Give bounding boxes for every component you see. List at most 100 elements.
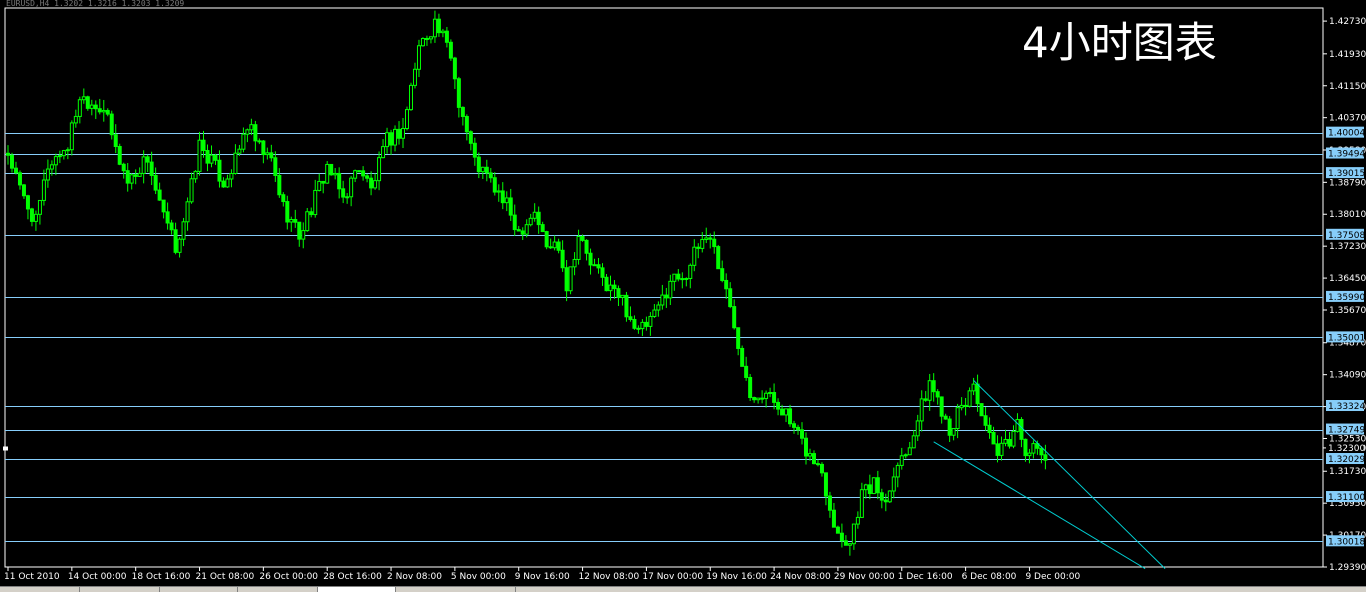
candle <box>1007 431 1012 449</box>
candle-body <box>277 174 282 196</box>
candle-body <box>281 194 286 203</box>
candle <box>764 390 769 408</box>
candle <box>285 195 290 230</box>
candle-body <box>385 132 390 148</box>
chart-tab[interactable] <box>396 587 516 592</box>
candle-body <box>37 199 42 215</box>
chart-tab[interactable] <box>238 587 318 592</box>
candle <box>492 172 497 196</box>
candle <box>496 184 501 202</box>
candle-body <box>596 264 601 269</box>
candle <box>540 221 545 233</box>
candle <box>145 154 150 173</box>
candle-body <box>393 128 398 146</box>
candle <box>253 120 258 152</box>
y-tick-label: 1.31730 <box>1329 467 1366 477</box>
candle <box>923 391 928 402</box>
candle <box>269 144 274 162</box>
candle-body <box>859 489 864 518</box>
candle <box>53 153 58 176</box>
candle-body <box>951 427 956 436</box>
candle <box>939 396 944 424</box>
candle-body <box>365 175 370 179</box>
candle <box>305 207 310 232</box>
candle-body <box>65 149 70 152</box>
candle <box>883 493 888 512</box>
candle <box>393 125 398 152</box>
candle <box>405 106 409 131</box>
candle-body <box>792 423 797 428</box>
candle-body <box>995 443 1000 456</box>
candle-body <box>736 327 741 349</box>
candle <box>568 266 573 295</box>
chart-tab-active[interactable] <box>318 587 396 592</box>
chart-tab[interactable] <box>0 587 80 592</box>
candle-body <box>460 106 465 117</box>
candle-body <box>855 516 860 525</box>
candle-body <box>444 30 449 43</box>
candle <box>800 422 805 445</box>
candle-body <box>939 396 944 417</box>
candle <box>245 128 250 143</box>
candle-body <box>49 164 54 170</box>
candle <box>552 235 557 251</box>
candle <box>301 222 306 249</box>
candle <box>827 491 832 518</box>
candlestick-chart[interactable]: 1.427301.419301.411501.403701.395801.387… <box>0 0 1366 592</box>
candle-body <box>624 294 629 318</box>
candle-body <box>911 435 916 449</box>
candle <box>141 150 146 184</box>
candle-body <box>452 57 457 80</box>
candle-body <box>760 397 765 400</box>
candle <box>935 389 940 405</box>
candle <box>772 383 777 410</box>
candle-body <box>353 170 358 179</box>
candle <box>125 162 130 192</box>
candle-body <box>201 139 206 152</box>
candle-body <box>827 495 832 511</box>
candle <box>879 488 884 509</box>
candle <box>796 424 801 435</box>
candle <box>991 426 996 445</box>
candle-body <box>584 239 589 254</box>
candle <box>273 151 278 182</box>
candle <box>500 182 505 210</box>
candle <box>668 274 673 306</box>
level-price-tag-label: 1.32029 <box>1328 455 1365 465</box>
candle-body <box>807 453 812 457</box>
candle <box>321 180 326 194</box>
current-price-tag-label: 1.32300 <box>1328 444 1365 454</box>
candle-body <box>991 431 996 445</box>
candle <box>895 462 900 488</box>
candle-body <box>189 178 194 203</box>
x-tick-label: 17 Nov 00:00 <box>642 572 703 582</box>
candle <box>480 166 485 179</box>
candle <box>560 240 565 272</box>
level-price-tag-label: 1.30018 <box>1328 537 1365 547</box>
candle-body <box>488 172 493 179</box>
candle-body <box>572 258 577 268</box>
candle <box>365 173 370 183</box>
current-price-marker <box>3 446 8 451</box>
candle-body <box>341 188 346 198</box>
candle <box>584 239 589 261</box>
candle <box>313 179 318 218</box>
chart-tab[interactable] <box>80 587 160 592</box>
candle-body <box>77 99 82 117</box>
candle <box>556 238 561 254</box>
trend-line[interactable] <box>973 380 1166 569</box>
candle <box>69 120 74 156</box>
candle <box>113 124 118 154</box>
candle-body <box>508 197 513 216</box>
y-tick-label: 1.38010 <box>1329 210 1366 220</box>
chart-tab[interactable] <box>160 587 238 592</box>
candle <box>855 511 860 529</box>
candle-body <box>552 241 557 249</box>
candle <box>1003 429 1008 447</box>
candle <box>508 188 513 221</box>
candle-body <box>237 148 242 154</box>
trend-line[interactable] <box>933 441 1146 570</box>
candle-body <box>923 398 928 401</box>
candle <box>25 194 30 220</box>
candle <box>843 535 848 546</box>
